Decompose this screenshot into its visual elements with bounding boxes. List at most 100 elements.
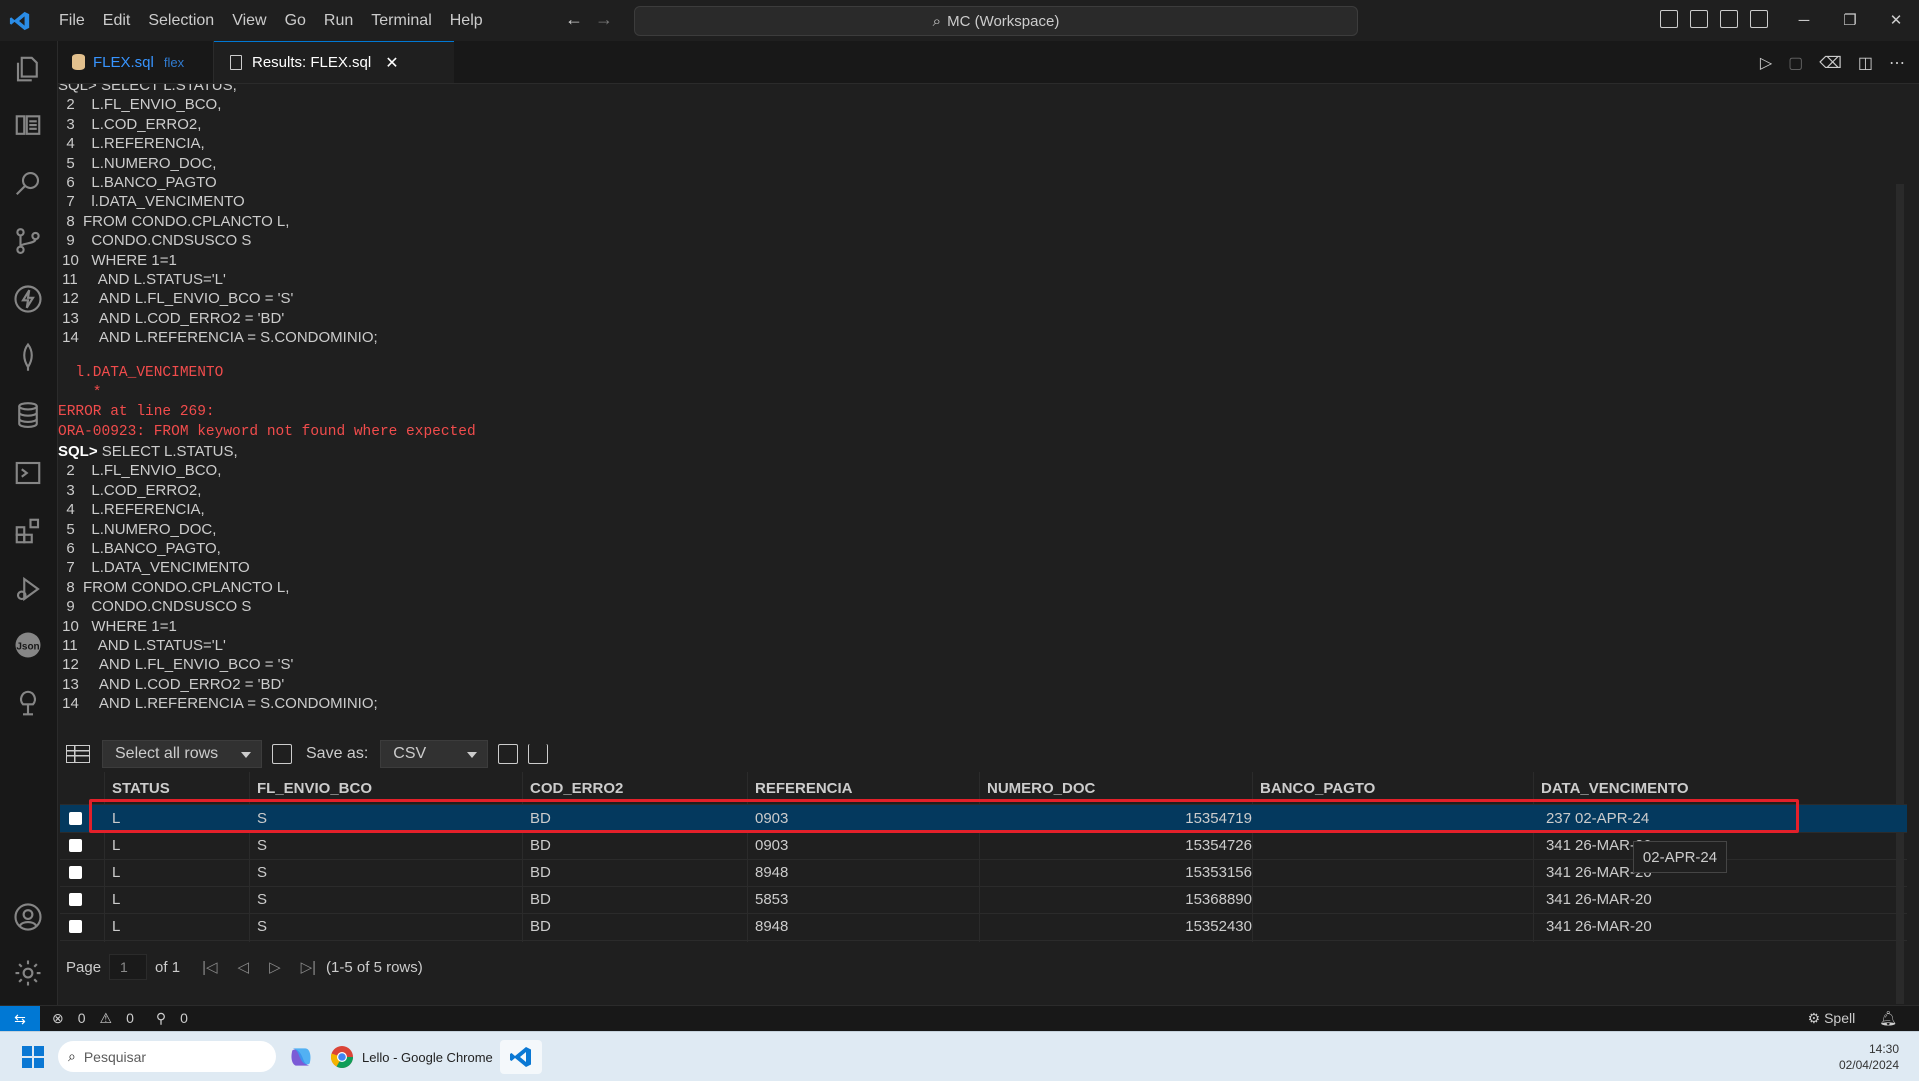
- database-icon[interactable]: [12, 399, 44, 431]
- page-input[interactable]: 1: [109, 954, 148, 980]
- column-header[interactable]: STATUS: [112, 780, 170, 797]
- last-page-icon[interactable]: ▷|: [301, 958, 316, 976]
- taskbar-clock[interactable]: 14:30 02/04/2024: [1839, 1041, 1899, 1073]
- code-line: 6 L.BANCO_PAGTO: [58, 173, 217, 191]
- code-line: 10 WHERE 1=1: [58, 617, 177, 635]
- next-page-icon[interactable]: ▷: [269, 958, 281, 976]
- customize-layout-icon[interactable]: [1750, 10, 1768, 28]
- json-icon[interactable]: Json: [12, 629, 44, 661]
- tab-flex-sql[interactable]: FLEX.sql flex: [58, 41, 214, 83]
- stop-icon[interactable]: ▢: [1788, 53, 1803, 73]
- first-page-icon[interactable]: |◁: [202, 958, 217, 976]
- taskbar-chrome[interactable]: Lello - Google Chrome: [330, 1040, 493, 1074]
- menu-selection[interactable]: Selection: [139, 12, 223, 30]
- menu-file[interactable]: File: [50, 12, 94, 30]
- code-line: 5 L.NUMERO_DOC,: [58, 154, 217, 172]
- close-window-icon[interactable]: ✕: [1873, 0, 1919, 41]
- row-checkbox[interactable]: [69, 893, 82, 906]
- cell-banco-pagto: 341: [1545, 837, 1571, 854]
- taskbar-search[interactable]: ⌕ Pesquisar: [58, 1041, 276, 1072]
- status-problems[interactable]: ⊗ 0 ⚠ 0 ⚲ 0: [52, 1010, 188, 1027]
- toggle-primary-sidebar-icon[interactable]: [1660, 10, 1678, 28]
- download-icon[interactable]: [528, 744, 549, 764]
- cell-numero-doc: 15354726: [1185, 837, 1252, 854]
- code-line: 6 L.BANCO_PAGTO,: [58, 539, 221, 557]
- extensions-icon[interactable]: [12, 515, 44, 547]
- copilot-icon[interactable]: [288, 1040, 314, 1074]
- status-bar: ⇆ ⊗ 0 ⚠ 0 ⚲ 0 ⚙ Spell 🔔︎: [0, 1005, 1919, 1032]
- code-line: 8 FROM CONDO.CPLANCTO L,: [58, 578, 290, 596]
- code-line: 9 CONDO.CNDSUSCO S: [58, 232, 252, 250]
- column-header[interactable]: COD_ERRO2: [530, 780, 623, 797]
- copy-icon[interactable]: [272, 744, 292, 764]
- previous-page-icon[interactable]: ◁: [238, 958, 250, 976]
- code-line: 4 L.REFERENCIA,: [58, 501, 205, 519]
- menu-terminal[interactable]: Terminal: [362, 12, 440, 30]
- source-control-icon[interactable]: [12, 225, 44, 257]
- tab-results[interactable]: Results: FLEX.sql ✕: [214, 41, 454, 83]
- minimize-icon[interactable]: ─: [1781, 0, 1827, 41]
- settings-gear-icon[interactable]: [12, 957, 44, 989]
- account-icon[interactable]: [12, 901, 44, 933]
- code-line: 4 L.REFERENCIA,: [58, 135, 205, 153]
- row-checkbox[interactable]: [69, 866, 82, 879]
- lightning-icon[interactable]: [12, 283, 44, 315]
- code-line: 8 FROM CONDO.CPLANCTO L,: [58, 212, 290, 230]
- clear-icon[interactable]: ⌫: [1819, 53, 1842, 73]
- close-tab-icon[interactable]: ✕: [385, 53, 398, 73]
- spell-status[interactable]: ⚙ Spell: [1808, 1010, 1856, 1027]
- column-header[interactable]: DATA_VENCIMENTO: [1541, 780, 1689, 797]
- column-header[interactable]: REFERENCIA: [755, 780, 853, 797]
- row-checkbox[interactable]: [69, 812, 82, 825]
- column-header[interactable]: BANCO_PAGTO: [1260, 780, 1375, 797]
- vscode-icon: [510, 1047, 531, 1067]
- toggle-panel-icon[interactable]: [1690, 10, 1708, 28]
- tab-label: Results: FLEX.sql: [252, 54, 372, 71]
- leaf-icon[interactable]: [12, 341, 44, 373]
- cell-referencia: 8948: [755, 918, 789, 935]
- toggle-secondary-sidebar-icon[interactable]: [1720, 10, 1738, 28]
- code-line: 2 L.FL_ENVIO_BCO,: [58, 462, 222, 480]
- table-row[interactable]: L S BD 0903 15354726 341 26-MAR-20: [60, 832, 1907, 860]
- explorer-icon[interactable]: [12, 53, 44, 85]
- restore-icon[interactable]: ❐: [1827, 0, 1873, 41]
- terminal-icon[interactable]: [12, 457, 44, 489]
- code-line: 9 CONDO.CNDSUSCO S: [58, 598, 252, 616]
- cell-status: L: [112, 918, 121, 935]
- select-rows-value: Select all rows: [115, 745, 219, 762]
- tree-icon[interactable]: [12, 687, 44, 719]
- table-row[interactable]: L S BD 8948 15352430 341 26-MAR-20: [60, 913, 1907, 941]
- table-row[interactable]: L S BD 8948 15353156 341 26-MAR-20: [60, 859, 1907, 887]
- windows-start-icon[interactable]: [22, 1046, 44, 1068]
- table-grid-icon[interactable]: [66, 745, 90, 763]
- bell-icon[interactable]: 🔔︎: [1879, 1010, 1897, 1027]
- search-sidebar-icon[interactable]: [12, 167, 44, 199]
- column-header[interactable]: FL_ENVIO_BCO: [257, 780, 372, 797]
- command-center[interactable]: ⌕ MC (Workspace): [634, 6, 1358, 36]
- row-checkbox[interactable]: [69, 920, 82, 933]
- book-icon[interactable]: [12, 109, 44, 141]
- menu-go[interactable]: Go: [276, 12, 315, 30]
- menu-view[interactable]: View: [223, 12, 275, 30]
- column-header[interactable]: NUMERO_DOC: [987, 780, 1095, 797]
- table-row[interactable]: L S BD 5853 15368890 341 26-MAR-20: [60, 886, 1907, 914]
- workspace-name: MC (Workspace): [947, 12, 1060, 30]
- menu-run[interactable]: Run: [315, 12, 362, 30]
- taskbar-vscode[interactable]: [500, 1040, 542, 1074]
- code-line: 3 L.COD_ERRO2,: [58, 115, 202, 133]
- menu-help[interactable]: Help: [441, 12, 492, 30]
- back-arrow-icon[interactable]: ←: [565, 9, 583, 30]
- more-actions-icon[interactable]: ⋯: [1889, 53, 1905, 73]
- clock-date: 02/04/2024: [1838, 1058, 1899, 1072]
- split-editor-icon[interactable]: ◫: [1858, 53, 1873, 73]
- format-dropdown[interactable]: CSV: [380, 740, 489, 768]
- row-checkbox[interactable]: [69, 839, 82, 852]
- run-debug-icon[interactable]: [12, 573, 44, 605]
- remote-indicator-icon[interactable]: ⇆: [0, 1006, 40, 1032]
- menu-edit[interactable]: Edit: [94, 12, 140, 30]
- run-icon[interactable]: ▷: [1760, 53, 1772, 73]
- cell-fl-envio-bco: S: [257, 918, 268, 935]
- select-rows-dropdown[interactable]: Select all rows: [102, 740, 262, 768]
- save-icon[interactable]: [498, 744, 519, 764]
- forward-arrow-icon[interactable]: →: [595, 9, 613, 30]
